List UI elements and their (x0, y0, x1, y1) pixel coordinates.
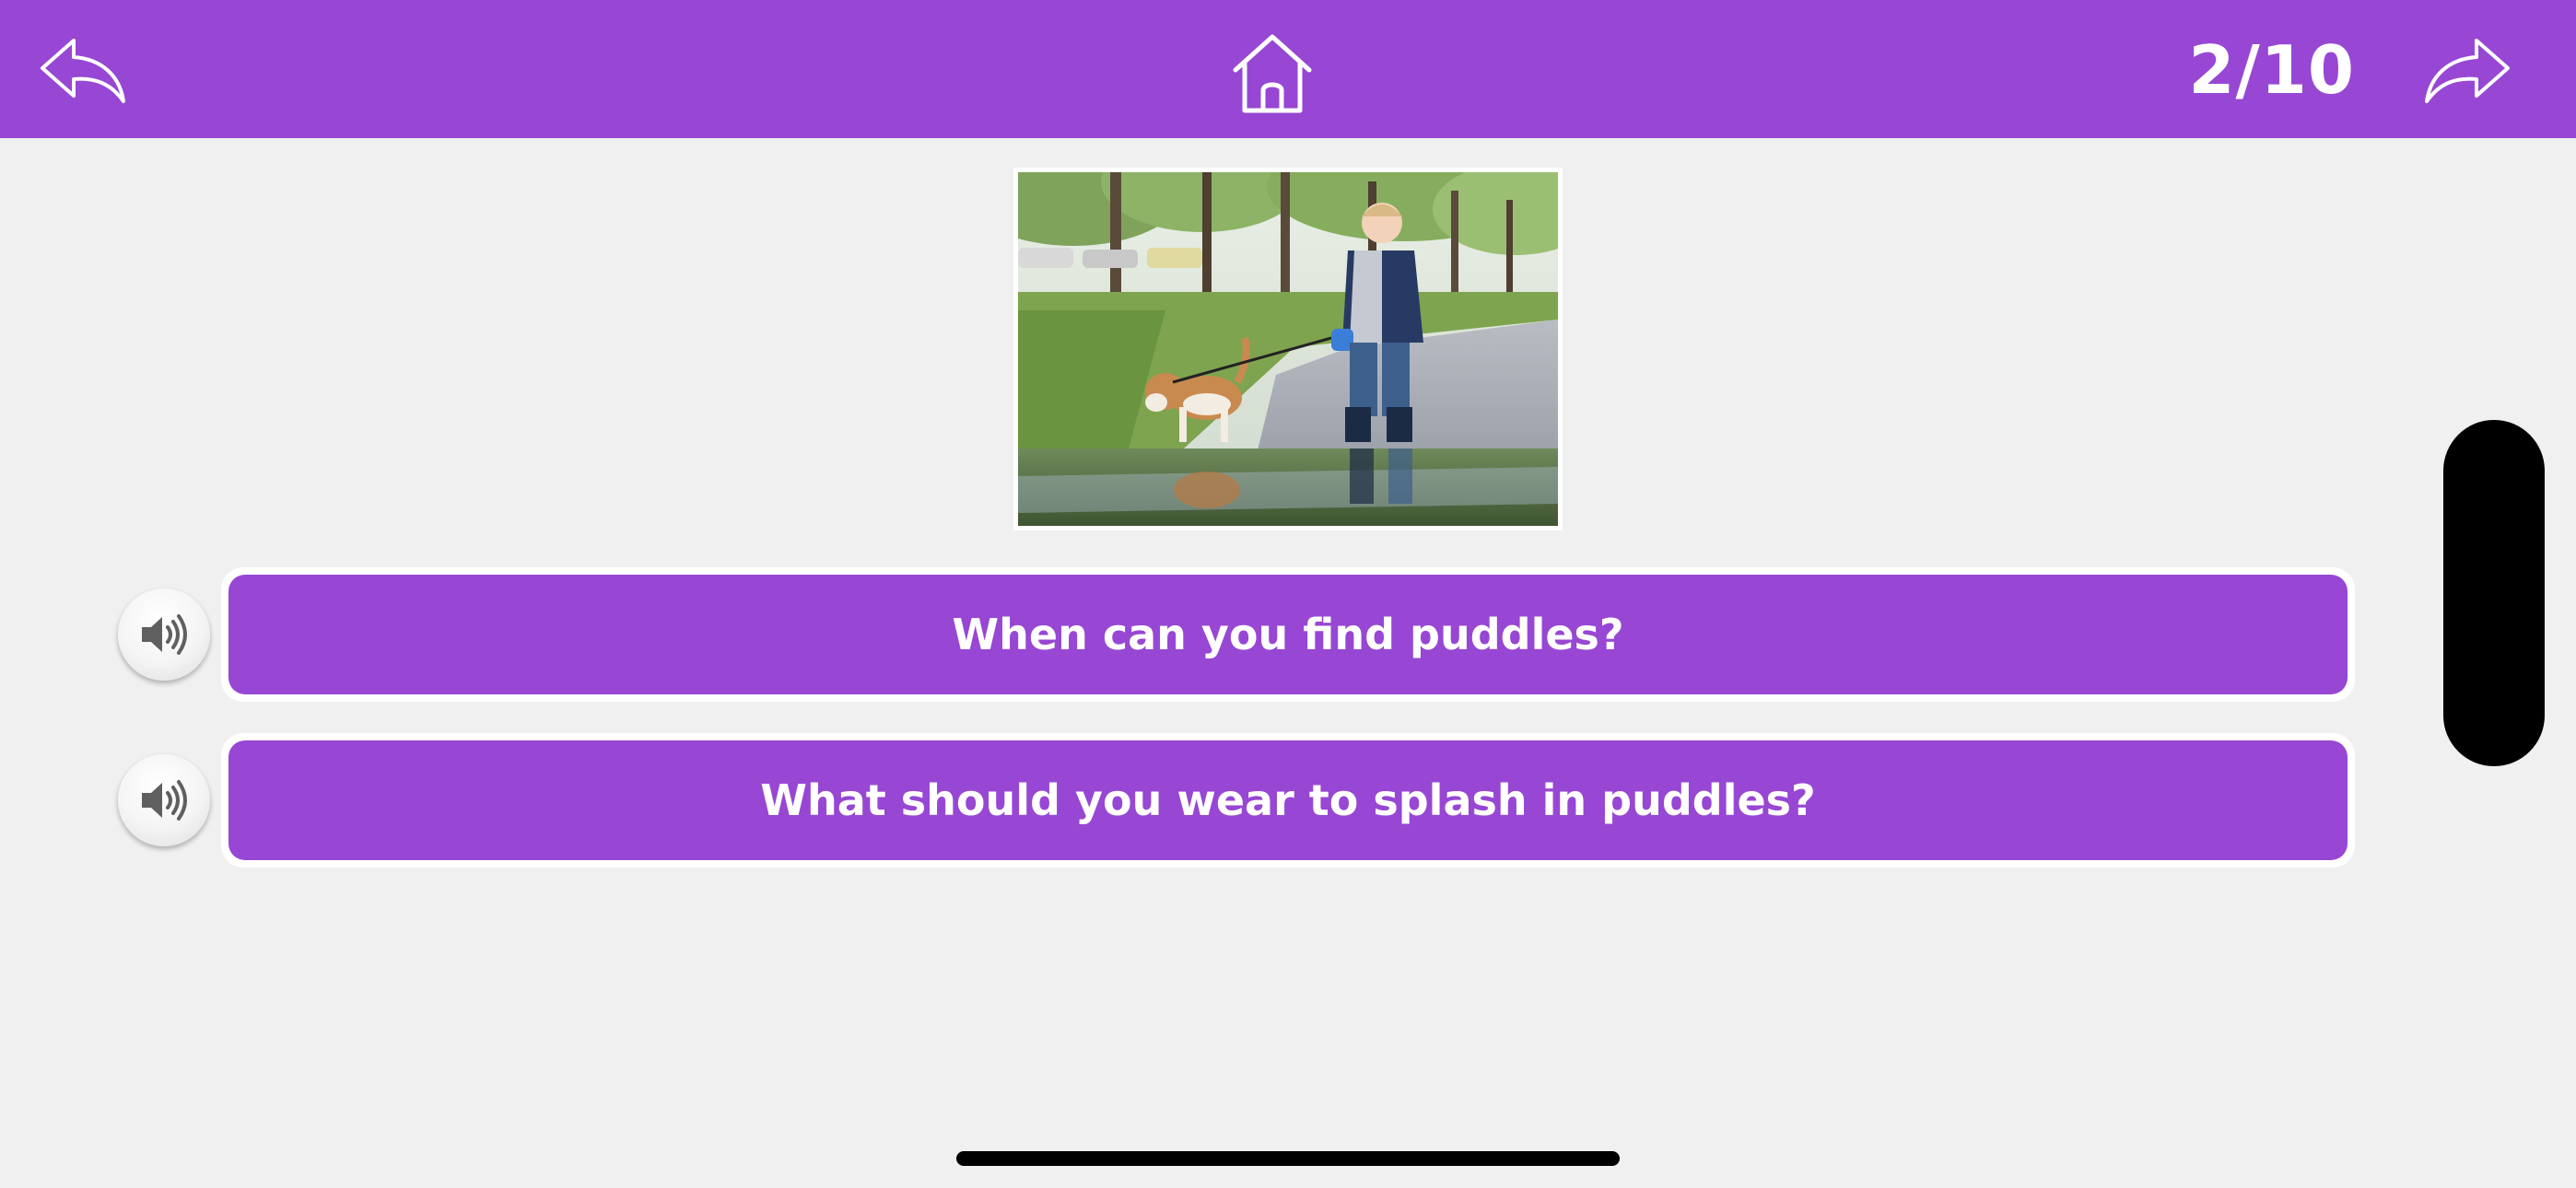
question-button[interactable]: What should you wear to splash in puddle… (221, 733, 2355, 868)
boy-walking-dog-photo (1018, 172, 1558, 526)
forward-arrow-icon (2425, 39, 2510, 103)
side-drag-handle[interactable] (2443, 420, 2545, 766)
speaker-icon (142, 614, 187, 655)
question-row: When can you find puddles? (0, 564, 2576, 702)
top-bar: 2/10 (0, 0, 2576, 138)
back-arrow-icon (41, 39, 125, 103)
home-button[interactable] (1230, 33, 1315, 114)
question-photo (1013, 168, 1563, 530)
back-button[interactable] (37, 35, 129, 109)
home-icon (1233, 34, 1312, 113)
question-button-fill: What should you wear to splash in puddle… (228, 740, 2348, 860)
forward-button[interactable] (2421, 35, 2513, 109)
question-button-fill: When can you find puddles? (228, 575, 2348, 694)
speaker-icon (142, 780, 187, 821)
play-audio-button[interactable] (118, 754, 210, 846)
home-indicator[interactable] (956, 1151, 1620, 1166)
app-root: 2/10 When can you find puddles? What sho… (0, 0, 2576, 1188)
play-audio-button[interactable] (118, 588, 210, 681)
question-text: When can you find puddles? (952, 610, 1624, 659)
page-counter: 2/10 (2188, 31, 2355, 109)
question-button[interactable]: When can you find puddles? (221, 567, 2355, 702)
question-text: What should you wear to splash in puddle… (760, 775, 1816, 825)
question-row: What should you wear to splash in puddle… (0, 729, 2576, 868)
